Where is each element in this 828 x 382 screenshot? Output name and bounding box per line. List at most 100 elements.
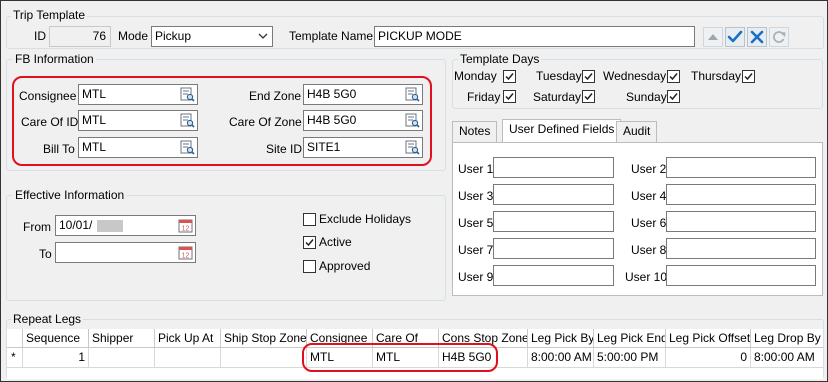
- bill-to-input[interactable]: MTL: [78, 137, 198, 158]
- mode-select-value: Pickup: [155, 29, 192, 43]
- end-zone-input[interactable]: H4B 5G0: [303, 84, 423, 105]
- close-icon: [750, 30, 764, 44]
- checkmark-icon: [669, 93, 678, 101]
- table-row[interactable]: * 1 MTL MTL H4B 5G0 8:00:00 AM 5:00:00 P…: [7, 348, 823, 368]
- cancel-button[interactable]: [747, 27, 767, 47]
- user-3-input[interactable]: [493, 184, 614, 205]
- calendar-icon[interactable]: 12: [178, 245, 193, 260]
- bill-to-value: MTL: [82, 140, 106, 154]
- thursday-checkbox[interactable]: [742, 70, 755, 83]
- template-name-input[interactable]: PICKUP MODE: [374, 26, 695, 47]
- from-date-input[interactable]: 10/01/ 12: [55, 215, 196, 236]
- checkmark-icon: [727, 30, 743, 43]
- column-header-consignee[interactable]: Consignee: [307, 329, 373, 348]
- consignee-input[interactable]: MTL: [78, 84, 198, 105]
- lookup-icon[interactable]: [405, 87, 420, 102]
- user-1-input[interactable]: [493, 157, 614, 178]
- checkmark-icon: [305, 239, 314, 247]
- care-of-id-input[interactable]: MTL: [78, 110, 198, 131]
- calendar-icon[interactable]: 12: [178, 218, 193, 233]
- tab-user-defined-fields[interactable]: User Defined Fields: [502, 119, 622, 142]
- column-header-leg-pick-offset[interactable]: Leg Pick Offset: [666, 329, 751, 348]
- saturday-checkbox[interactable]: [582, 90, 595, 103]
- cell-leg-pick-offset[interactable]: 0: [666, 348, 751, 368]
- column-header-care-of[interactable]: Care Of: [373, 329, 439, 348]
- chevron-down-icon: [258, 33, 268, 39]
- user-10-label: User 10: [625, 270, 668, 284]
- lookup-icon[interactable]: [180, 140, 195, 155]
- tab-audit[interactable]: Audit: [616, 121, 658, 142]
- move-up-button[interactable]: [703, 27, 723, 47]
- effective-information-group-label: Effective Information: [13, 188, 127, 202]
- exclude-holidays-checkbox[interactable]: [303, 213, 316, 226]
- trip-template-window: Trip Template ID 76 Mode Pickup Template…: [0, 0, 828, 382]
- monday-label: Monday: [454, 69, 497, 83]
- user-8-label: User 8: [631, 243, 667, 257]
- column-header-leg-pick-by[interactable]: Leg Pick By: [528, 329, 594, 348]
- lookup-icon[interactable]: [405, 140, 420, 155]
- site-id-input[interactable]: SITE1: [303, 137, 423, 158]
- cell-shipper[interactable]: [89, 348, 155, 368]
- row-indicator: *: [7, 348, 23, 368]
- column-header-pick-up-at[interactable]: Pick Up At: [155, 329, 221, 348]
- save-button[interactable]: [725, 27, 745, 47]
- user-10-input[interactable]: [666, 265, 816, 286]
- user-6-input[interactable]: [666, 211, 816, 232]
- end-zone-value: H4B 5G0: [307, 87, 357, 101]
- checkmark-icon: [669, 73, 678, 81]
- lookup-icon[interactable]: [180, 87, 195, 102]
- column-header-sequence[interactable]: Sequence: [23, 329, 89, 348]
- care-of-zone-input[interactable]: H4B 5G0: [303, 110, 423, 131]
- cell-consignee[interactable]: MTL: [307, 348, 373, 368]
- cell-ship-stop-zone[interactable]: [221, 348, 307, 368]
- trip-template-group-label: Trip Template: [11, 8, 88, 22]
- user-7-input[interactable]: [493, 238, 614, 259]
- column-header-leg-pick-end[interactable]: Leg Pick End: [594, 329, 666, 348]
- checkmark-icon: [584, 73, 593, 81]
- user-5-input[interactable]: [493, 211, 614, 232]
- mode-select[interactable]: Pickup: [151, 26, 273, 47]
- cell-care-of[interactable]: MTL: [373, 348, 439, 368]
- refresh-button[interactable]: [769, 27, 789, 47]
- user-2-input[interactable]: [666, 157, 816, 178]
- consignee-value: MTL: [82, 87, 106, 101]
- id-field: 76: [49, 26, 111, 47]
- tuesday-checkbox[interactable]: [582, 70, 595, 83]
- wednesday-checkbox[interactable]: [667, 70, 680, 83]
- column-header-cons-stop-zone[interactable]: Cons Stop Zone: [439, 329, 528, 348]
- user-6-label: User 6: [631, 216, 667, 230]
- column-header-ship-stop-zone[interactable]: Ship Stop Zone: [221, 329, 307, 348]
- user-9-label: User 9: [458, 270, 494, 284]
- lookup-icon[interactable]: [180, 113, 195, 128]
- user-9-input[interactable]: [493, 265, 614, 286]
- user-8-input[interactable]: [666, 238, 816, 259]
- to-date-input[interactable]: 12: [55, 242, 196, 263]
- site-id-value: SITE1: [307, 140, 341, 154]
- active-checkbox[interactable]: [303, 236, 316, 249]
- mode-label: Mode: [118, 29, 149, 43]
- lookup-icon[interactable]: [405, 113, 420, 128]
- cell-sequence[interactable]: 1: [23, 348, 89, 368]
- end-zone-label: End Zone: [249, 89, 302, 103]
- tab-notes[interactable]: Notes: [452, 121, 498, 142]
- cell-pick-up-at[interactable]: [155, 348, 221, 368]
- cell-leg-drop-by[interactable]: 8:00:00 AM: [751, 348, 823, 368]
- user-3-label: User 3: [458, 189, 494, 203]
- friday-checkbox[interactable]: [503, 90, 516, 103]
- svg-text:12: 12: [182, 253, 190, 260]
- user-4-input[interactable]: [666, 184, 816, 205]
- monday-checkbox[interactable]: [503, 70, 516, 83]
- user-2-label: User 2: [631, 162, 667, 176]
- cell-cons-stop-zone[interactable]: H4B 5G0: [439, 348, 528, 368]
- wednesday-label: Wednesday: [603, 69, 667, 83]
- template-name-label: Template Name: [289, 29, 374, 43]
- cell-leg-pick-end[interactable]: 5:00:00 PM: [594, 348, 666, 368]
- column-header-leg-drop-by[interactable]: Leg Drop By: [751, 329, 823, 348]
- sunday-checkbox[interactable]: [667, 90, 680, 103]
- tuesday-label: Tuesday: [536, 69, 582, 83]
- cell-leg-pick-by[interactable]: 8:00:00 AM: [528, 348, 594, 368]
- approved-checkbox[interactable]: [303, 260, 316, 273]
- active-label: Active: [319, 235, 352, 249]
- column-header-shipper[interactable]: Shipper: [89, 329, 155, 348]
- user-1-label: User 1: [458, 162, 494, 176]
